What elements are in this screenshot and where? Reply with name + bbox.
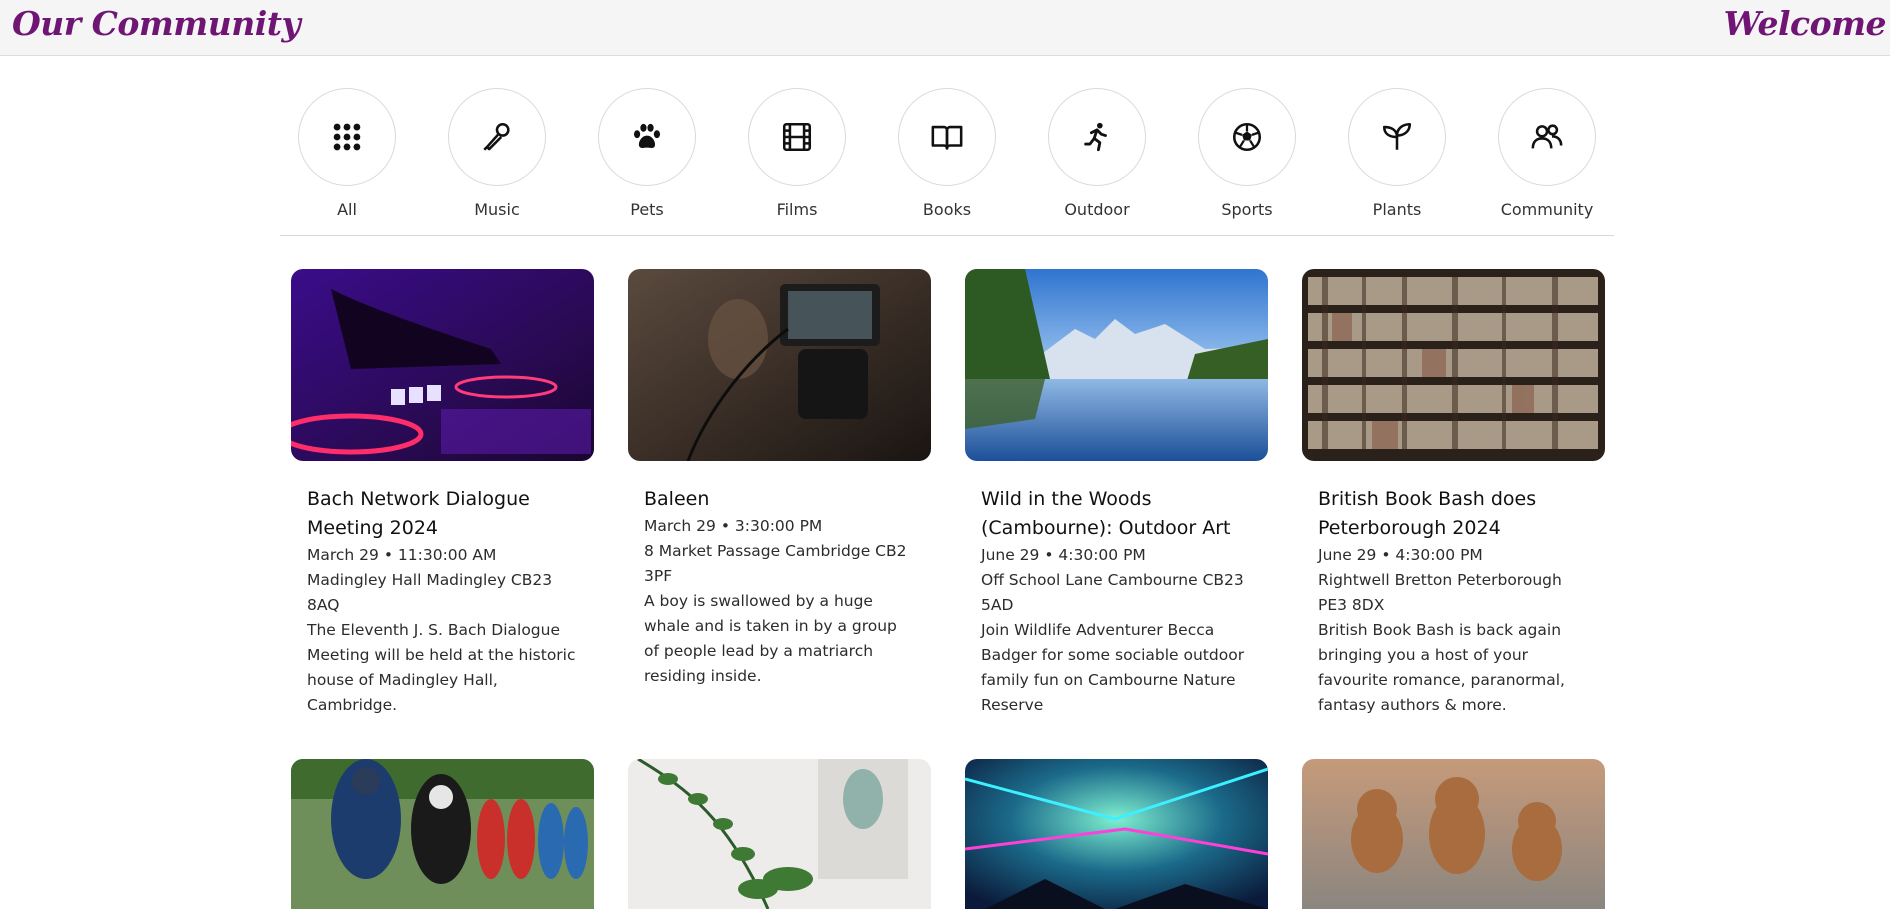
category-all[interactable]: All [292, 88, 402, 219]
category-label: Sports [1221, 200, 1273, 219]
category-music[interactable]: Music [442, 88, 552, 219]
event-description: Join Wildlife Adventurer Becca Badger fo… [981, 621, 1245, 714]
event-date: June 29 • 4:30:00 PM [1318, 546, 1483, 564]
category-books[interactable]: Books [892, 88, 1002, 219]
event-card[interactable]: British Book Bash does Peterborough 2024… [1302, 269, 1605, 718]
film-icon [782, 122, 812, 152]
football-icon [1232, 122, 1262, 152]
category-label: Music [474, 200, 520, 219]
event-description: British Book Bash is back again bringing… [1318, 621, 1565, 714]
event-image-plants[interactable] [628, 759, 931, 909]
brand-logo[interactable]: Our Community [12, 4, 301, 43]
category-plants[interactable]: Plants [1342, 88, 1452, 219]
event-location: Rightwell Bretton Peterborough PE3 8DX [1318, 571, 1562, 614]
event-location: Off School Lane Cambourne CB23 5AD [981, 571, 1244, 614]
event-date: March 29 • 3:30:00 PM [644, 517, 823, 535]
event-card[interactable]: Bach Network Dialogue Meeting 2024 March… [291, 269, 594, 718]
event-title[interactable]: Baleen [644, 485, 915, 514]
category-label: Films [776, 200, 818, 219]
category-bar: All Music Pets Films Books Outdoor Sport… [280, 86, 1614, 236]
event-card[interactable] [628, 759, 931, 909]
event-title[interactable]: Bach Network Dialogue Meeting 2024 [307, 485, 578, 543]
event-image-camera[interactable] [628, 269, 931, 461]
category-label: Books [922, 200, 972, 219]
paw-icon [633, 123, 661, 148]
running-icon [1084, 122, 1107, 152]
category-outdoor[interactable]: Outdoor [1042, 88, 1152, 219]
event-image-concert[interactable] [965, 759, 1268, 909]
microphone-icon [483, 122, 510, 151]
event-card[interactable] [291, 759, 594, 909]
category-films[interactable]: Films [742, 88, 852, 219]
event-description: The Eleventh J. S. Bach Dialogue Meeting… [307, 621, 576, 714]
sprout-icon [1382, 122, 1412, 150]
event-image-puppies[interactable] [1302, 759, 1605, 909]
category-label: Plants [1372, 200, 1422, 219]
people-icon [1531, 124, 1563, 149]
event-description: A boy is swallowed by a huge whale and i… [644, 592, 897, 685]
category-pets[interactable]: Pets [592, 88, 702, 219]
event-image-lake[interactable] [965, 269, 1268, 461]
event-card[interactable]: Baleen March 29 • 3:30:00 PM 8 Market Pa… [628, 269, 931, 689]
top-bar: Our Community Welcome [0, 0, 1890, 56]
event-card[interactable]: Wild in the Woods (Cambourne): Outdoor A… [965, 269, 1268, 718]
category-label: All [337, 200, 357, 219]
category-label: Community [1500, 200, 1594, 219]
event-date: June 29 • 4:30:00 PM [981, 546, 1146, 564]
category-label: Outdoor [1064, 200, 1130, 219]
grid-icon [333, 123, 361, 151]
book-icon [931, 125, 963, 150]
event-location: 8 Market Passage Cambridge CB2 3PF [644, 542, 907, 585]
event-image-bookshelf[interactable] [1302, 269, 1605, 461]
category-sports[interactable]: Sports [1192, 88, 1302, 219]
event-image-cyclists[interactable] [291, 759, 594, 909]
event-location: Madingley Hall Madingley CB23 8AQ [307, 571, 553, 614]
event-title[interactable]: Wild in the Woods (Cambourne): Outdoor A… [981, 485, 1252, 543]
event-title[interactable]: British Book Bash does Peterborough 2024 [1318, 485, 1589, 543]
category-community[interactable]: Community [1492, 88, 1602, 219]
event-card[interactable] [1302, 759, 1605, 909]
event-image-dj[interactable] [291, 269, 594, 461]
event-card[interactable] [965, 759, 1268, 909]
category-label: Pets [630, 200, 664, 219]
welcome-link[interactable]: Welcome [1724, 4, 1887, 43]
event-date: March 29 • 11:30:00 AM [307, 546, 497, 564]
